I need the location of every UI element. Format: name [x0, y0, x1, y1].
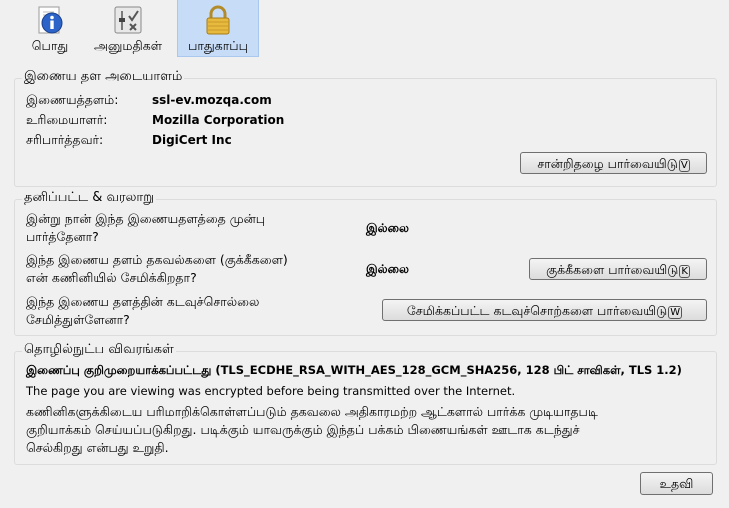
cookies-question-line1: இந்த இணைய தளம் தகவல்களை (குக்கீகளை): [26, 252, 288, 267]
encryption-description-line1: கணினிகளுக்கிடைய பரிமாறிக்கொள்ளப்படும் தக…: [26, 404, 598, 419]
tab-security-label: பாதுகாப்பு: [188, 38, 248, 53]
view-certificate-accesskey: V: [678, 159, 690, 172]
view-certificate-button[interactable]: சான்றிதழை பார்வையிடு V: [520, 152, 707, 174]
visited-question-line1: இன்று நான் இந்த இணையதளத்தை முன்பு: [26, 211, 266, 226]
encryption-description-line3: செல்கிறது என்பது உறுதி.: [26, 440, 169, 455]
encryption-description-line2: குறியாக்கம் செய்யப்படுகிறது. படிக்கும் ய…: [26, 422, 580, 437]
owner-value: Mozilla Corporation: [152, 113, 285, 127]
info-icon: [34, 4, 66, 36]
cookies-answer: இல்லை: [366, 262, 409, 276]
view-saved-passwords-label: சேமிக்கப்பட்ட கடவுச்சொற்களை பார்வையிடு: [406, 303, 668, 318]
view-cookies-label: குக்கீகளை பார்வையிடு: [546, 262, 679, 277]
visited-answer: இல்லை: [366, 221, 409, 235]
permissions-icon: [112, 4, 144, 36]
website-value: ssl-ev.mozqa.com: [152, 93, 272, 107]
help-button[interactable]: உதவி: [640, 472, 713, 495]
website-label: இணையத்தளம்:: [26, 92, 119, 107]
view-saved-passwords-button[interactable]: சேமிக்கப்பட்ட கடவுச்சொற்களை பார்வையிடு W: [382, 299, 707, 321]
tab-permissions-label: அனுமதிகள்: [94, 38, 162, 53]
passwords-question-line1: இந்த இணைய தளத்தின் கடவுச்சொல்லை: [26, 294, 260, 309]
identity-title: இணைய தள அடையாளம்: [22, 69, 185, 85]
owner-label: உரிமையாளர்:: [26, 112, 108, 127]
view-saved-passwords-accesskey: W: [668, 306, 683, 319]
tab-permissions[interactable]: அனுமதிகள்: [86, 0, 170, 56]
privacy-title: தனிப்பட்ட & வரலாறு: [22, 190, 157, 206]
cookies-question-line2: என் கணினியில் சேமிக்கிறதா?: [26, 270, 197, 285]
tab-general[interactable]: பொது: [22, 0, 78, 56]
encryption-status: இணைப்பு குறிமுறையாக்கப்பட்டது (TLS_ECDHE…: [26, 363, 682, 377]
padlock-icon: [202, 4, 234, 36]
tab-toolbar: பொது அனுமதிகள் பாதுகாப்பு: [0, 0, 729, 57]
verifier-label: சரிபார்த்தவர்:: [26, 132, 104, 147]
view-cookies-button[interactable]: குக்கீகளை பார்வையிடு K: [529, 258, 707, 280]
view-certificate-label: சான்றிதழை பார்வையிடு: [537, 156, 678, 171]
encryption-english-note: The page you are viewing was encrypted b…: [26, 384, 516, 398]
verifier-value: DigiCert Inc: [152, 133, 232, 147]
visited-question-line2: பார்த்தேனா?: [26, 229, 99, 244]
tab-general-label: பொது: [31, 38, 69, 53]
technical-title: தொழில்நுட்ப விவரங்கள்: [22, 342, 176, 358]
tab-security[interactable]: பாதுகாப்பு: [177, 0, 259, 57]
view-cookies-accesskey: K: [679, 265, 690, 278]
passwords-question-line2: சேமித்துள்ளேனா?: [26, 312, 130, 327]
